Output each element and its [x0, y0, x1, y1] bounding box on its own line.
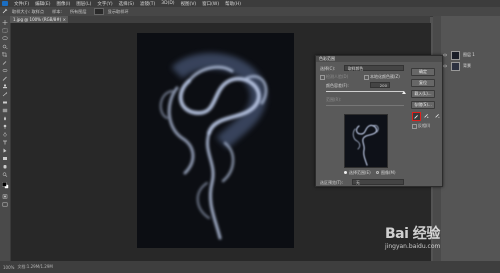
menu-type[interactable]: 文字(Y) — [94, 1, 115, 7]
menu-file[interactable]: 文件(F) — [11, 1, 32, 7]
selection-preview-value: 无 — [356, 180, 360, 185]
smoke-image[interactable] — [137, 33, 294, 248]
pen-tool-icon[interactable] — [2, 132, 8, 137]
history-brush-icon[interactable] — [2, 92, 8, 97]
eye-icon[interactable] — [443, 64, 447, 68]
document-tab-bar — [10, 16, 430, 23]
fuzziness-value: 200 — [379, 83, 387, 88]
image-radio-label: 图像(M) — [381, 170, 396, 175]
eyedropper-sample-icon[interactable] — [412, 112, 421, 121]
sampling-ring-label: 显示取样环 — [107, 8, 129, 14]
healing-brush-icon[interactable] — [2, 68, 8, 73]
localized-clusters-checkbox[interactable] — [364, 75, 369, 80]
layer-thumbnail — [451, 50, 460, 60]
quick-select-tool-icon[interactable] — [2, 44, 8, 49]
fuzziness-slider-handle[interactable] — [402, 91, 406, 94]
save-button[interactable]: 存储(S)... — [411, 101, 435, 109]
dodge-tool-icon[interactable] — [2, 124, 8, 129]
sample-layers-dropdown[interactable]: 所有图层 — [66, 9, 91, 15]
baidu-watermark: Bai 经验 jingyan.baidu.com — [385, 223, 497, 263]
detect-faces-label: 检测人脸(D) — [326, 74, 349, 79]
invert-label: 反相(I) — [418, 123, 431, 128]
hand-tool-icon[interactable] — [2, 164, 8, 169]
document-info: 文档:1.29M/1.29M — [17, 264, 53, 269]
menu-image[interactable]: 图像(I) — [53, 1, 73, 7]
zoom-level[interactable]: 100% — [0, 265, 14, 270]
eyedropper-icon[interactable] — [2, 60, 8, 65]
menu-window[interactable]: 窗口(W) — [199, 1, 222, 7]
menu-select[interactable]: 选择(S) — [116, 1, 137, 7]
crop-tool-icon[interactable] — [2, 52, 8, 57]
menu-3d[interactable]: 3D(D) — [158, 1, 177, 6]
sample-size-dropdown[interactable]: 取样大小: 取样点 — [8, 9, 48, 15]
path-select-icon[interactable] — [2, 148, 8, 153]
detect-faces-checkbox[interactable] — [320, 75, 325, 80]
load-button[interactable]: 载入(L)... — [411, 90, 435, 98]
clone-stamp-icon[interactable] — [2, 84, 8, 89]
lasso-tool-icon[interactable] — [2, 36, 8, 41]
quick-mask-icon[interactable] — [2, 194, 8, 199]
type-tool-icon[interactable] — [2, 140, 8, 145]
fuzziness-slider-track[interactable] — [326, 91, 404, 92]
menu-help[interactable]: 帮助(H) — [222, 1, 244, 7]
image-radio[interactable] — [376, 171, 379, 174]
gradient-icon[interactable] — [2, 108, 8, 113]
photoshop-logo-icon[interactable] — [2, 1, 8, 6]
fuzziness-label: 颜色容差(F): — [326, 83, 349, 88]
dialog-title: 色彩范围 — [316, 56, 442, 62]
layer-name: 图层 1 — [463, 52, 475, 57]
document-tab-title: 1.jpg @ 100% (RGB/8#) — [13, 17, 62, 22]
select-label: 选择(C): — [320, 66, 336, 71]
menu-view[interactable]: 视图(V) — [178, 1, 200, 7]
blur-tool-icon[interactable] — [2, 116, 8, 121]
layer-thumbnail — [451, 61, 460, 71]
brush-tool-icon[interactable] — [2, 76, 8, 81]
fuzziness-input[interactable]: 200 — [370, 82, 390, 88]
menu-edit[interactable]: 编辑(E) — [32, 1, 53, 7]
selection-preview-label: 选区预览(T): — [320, 180, 343, 185]
select-dropdown-value: 取样颜色 — [348, 66, 364, 71]
screen-mode-icon[interactable] — [2, 202, 8, 207]
selection-preview-image — [344, 114, 388, 168]
zoom-tool-icon[interactable] — [2, 172, 8, 177]
eyedropper-subtract-icon[interactable] — [434, 112, 441, 119]
selection-preview-dropdown[interactable]: 无 — [352, 179, 404, 185]
shape-tool-icon[interactable] — [2, 156, 8, 161]
menu-bar: 文件(F) 编辑(E) 图像(I) 图层(L) 文字(Y) 选择(S) 滤镜(T… — [0, 0, 500, 7]
range-label: 范围(R): — [326, 97, 342, 102]
color-range-dialog: 色彩范围 选择(C): 取样颜色 检测人脸(D) 本地化颜色簇(Z) 颜色容差(… — [315, 55, 443, 187]
close-tab-icon[interactable]: × — [63, 17, 66, 22]
selection-radio-label: 选择范围(E) — [349, 170, 371, 175]
ok-button[interactable]: 确定 — [411, 68, 435, 76]
foreground-color-icon[interactable] — [2, 182, 9, 189]
watermark-brand: Bai 经验 — [385, 226, 440, 242]
layer-name: 背景 — [463, 63, 471, 68]
reset-button[interactable]: 复位 — [411, 79, 435, 87]
marquee-tool-icon[interactable] — [2, 28, 8, 33]
sampling-ring-checkbox[interactable] — [93, 8, 104, 15]
tools-panel — [0, 16, 11, 261]
layer-row-2[interactable]: 背景 — [441, 61, 500, 71]
layer-row-1[interactable]: 图层 1 — [441, 50, 500, 60]
watermark-url: jingyan.baidu.com — [385, 243, 441, 250]
eyedropper-add-icon[interactable] — [423, 112, 430, 119]
document-tab[interactable]: 1.jpg @ 100% (RGB/8#) × — [10, 16, 68, 23]
eraser-icon[interactable] — [2, 100, 8, 105]
sample-label: 样本: — [52, 8, 62, 14]
eye-icon[interactable] — [443, 53, 447, 57]
menu-layer[interactable]: 图层(L) — [73, 1, 94, 7]
move-tool-icon[interactable] — [2, 20, 8, 25]
range-slider-track — [326, 105, 404, 106]
invert-checkbox[interactable] — [412, 124, 417, 129]
selection-radio[interactable] — [344, 171, 347, 174]
menu-filter[interactable]: 滤镜(T) — [137, 1, 158, 7]
localized-clusters-label: 本地化颜色簇(Z) — [370, 74, 400, 79]
select-dropdown[interactable]: 取样颜色 — [344, 65, 404, 71]
